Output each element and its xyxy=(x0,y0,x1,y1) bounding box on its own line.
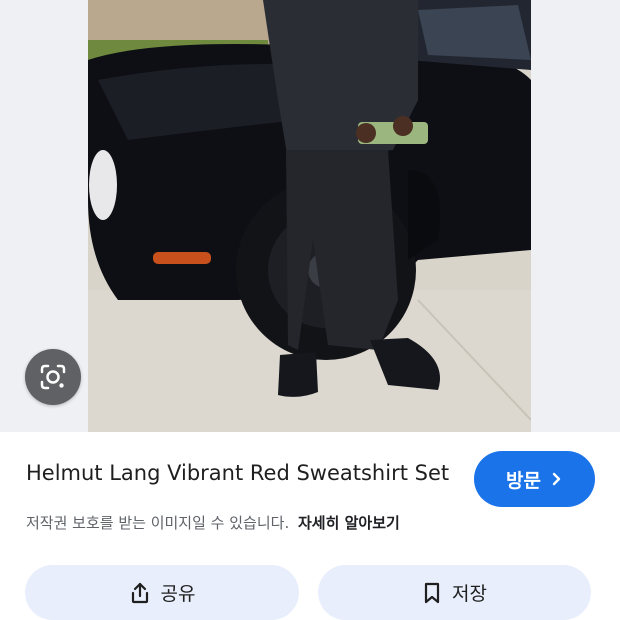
lens-search-icon xyxy=(38,362,68,392)
save-label: 저장 xyxy=(452,583,487,605)
share-label: 공유 xyxy=(160,583,196,605)
copyright-text: 저작권 보호를 받는 이미지일 수 있습니다. xyxy=(26,514,290,532)
bookmark-icon xyxy=(422,581,442,605)
chevron-right-icon xyxy=(551,472,563,486)
save-button[interactable]: 저장 xyxy=(318,565,591,620)
share-button[interactable]: 공유 xyxy=(25,565,299,620)
share-icon xyxy=(129,581,151,605)
lens-search-button[interactable] xyxy=(25,349,81,405)
result-title[interactable]: Helmut Lang Vibrant Red Sweatshirt Set xyxy=(26,461,466,485)
visit-button-label: 방문 xyxy=(506,469,541,492)
result-photo[interactable] xyxy=(88,0,531,432)
image-preview-area xyxy=(0,0,620,432)
visit-button[interactable]: 방문 xyxy=(474,451,595,507)
learn-more-link[interactable]: 자세히 알아보기 xyxy=(298,514,400,532)
copyright-notice: 저작권 보호를 받는 이미지일 수 있습니다. 자세히 알아보기 xyxy=(26,512,400,533)
